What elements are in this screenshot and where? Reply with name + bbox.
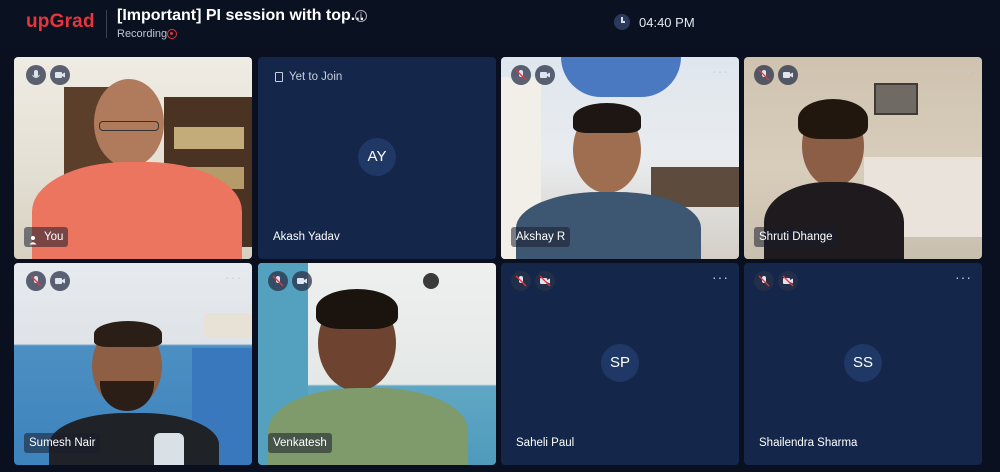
upgrad-logo: upGrad <box>26 11 95 32</box>
camera-icon[interactable] <box>292 271 312 291</box>
door-icon <box>275 72 283 82</box>
mic-muted-icon[interactable] <box>511 271 531 291</box>
participant-name-label: Akshay R <box>511 227 571 247</box>
mic-muted-icon[interactable] <box>754 65 774 85</box>
camera-icon[interactable] <box>50 65 70 85</box>
mic-icon[interactable] <box>26 65 46 85</box>
camera-off-icon[interactable] <box>535 271 555 291</box>
camera-icon[interactable] <box>535 65 555 85</box>
participant-tile-saheli-paul[interactable]: ··· SP Saheli Paul <box>501 263 739 465</box>
participant-name-label: Shailendra Sharma <box>759 437 858 449</box>
more-options-icon[interactable]: ··· <box>955 63 972 79</box>
session-title: [Important] PI session with top... <box>117 7 365 24</box>
session-time: 04:40 PM <box>639 15 695 30</box>
participant-name-label: Saheli Paul <box>516 437 575 449</box>
participant-name-label: Shruti Dhange <box>754 227 838 247</box>
mic-muted-icon[interactable] <box>268 271 288 291</box>
mic-muted-icon[interactable] <box>754 271 774 291</box>
user-icon <box>29 232 39 245</box>
clock-icon <box>614 14 630 30</box>
participant-name-label: Akash Yadav <box>273 231 340 243</box>
participant-tile-akash-yadav[interactable]: Yet to Join AY Akash Yadav <box>258 57 496 259</box>
more-options-icon[interactable]: ··· <box>225 269 242 285</box>
recording-icon <box>167 29 177 39</box>
participant-name-label: You <box>24 227 69 247</box>
more-options-icon[interactable]: ··· <box>955 269 972 285</box>
camera-icon[interactable] <box>778 65 798 85</box>
avatar: AY <box>358 138 396 176</box>
camera-icon[interactable] <box>50 271 70 291</box>
yet-to-join-status: Yet to Join <box>289 71 343 83</box>
participant-tile-akshay-r[interactable]: ··· Akshay R <box>501 57 739 259</box>
recording-label: Recording <box>117 28 168 40</box>
participant-name-label: Sumesh Nair <box>24 433 101 453</box>
avatar: SP <box>601 344 639 382</box>
header-divider <box>106 10 107 38</box>
mic-muted-icon[interactable] <box>26 271 46 291</box>
avatar: SS <box>844 344 882 382</box>
participant-tile-venkatesh[interactable]: Venkatesh <box>258 263 496 465</box>
participant-tile-shailendra-sharma[interactable]: ··· SS Shailendra Sharma <box>744 263 982 465</box>
top-bar: upGrad [Important] PI session with top..… <box>0 0 1000 48</box>
participant-tile-sumesh-nair[interactable]: ··· Sumesh Nair <box>14 263 252 465</box>
participant-tile-shruti-dhange[interactable]: ··· Shruti Dhange <box>744 57 982 259</box>
info-icon[interactable]: i <box>355 10 367 22</box>
camera-off-icon[interactable] <box>778 271 798 291</box>
more-options-icon[interactable]: ··· <box>712 269 729 285</box>
mic-muted-icon[interactable] <box>511 65 531 85</box>
participant-tile-you[interactable]: You <box>14 57 252 259</box>
participant-name-label: Venkatesh <box>268 433 332 453</box>
more-options-icon[interactable]: ··· <box>712 63 729 79</box>
